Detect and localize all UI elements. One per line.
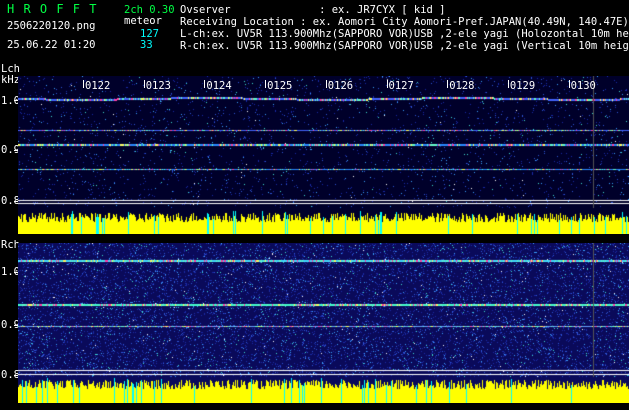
rch-spectrogram-canvas bbox=[18, 243, 629, 403]
time-tick-mark bbox=[447, 80, 449, 88]
time-label-0127: 0127 bbox=[388, 80, 414, 92]
time-label-0125: 0125 bbox=[267, 80, 293, 92]
time-label-0124: 0124 bbox=[206, 80, 232, 92]
filename-label: 2506220120.png bbox=[7, 20, 96, 32]
rch-meteor-count: 33 bbox=[140, 39, 153, 51]
lch-spectrogram-canvas bbox=[18, 76, 629, 234]
rch-receiver-info: R-ch:ex. UV5R 113.900Mhz(SAPPORO VOR)USB… bbox=[180, 40, 629, 52]
time-label-0122: 0122 bbox=[85, 80, 111, 92]
time-tick-mark bbox=[507, 80, 509, 88]
time-tick-mark bbox=[265, 80, 267, 88]
app-logo: H R O F F T bbox=[7, 2, 98, 16]
meteor-label: meteor bbox=[124, 15, 162, 27]
time-tick-mark bbox=[568, 80, 570, 88]
location-info: Receiving Location : ex. Aomori City Aom… bbox=[180, 16, 629, 28]
time-tick-mark bbox=[325, 80, 327, 88]
time-label-0126: 0126 bbox=[327, 80, 354, 92]
time-label-0123: 0123 bbox=[145, 80, 171, 92]
time-tick-mark bbox=[83, 80, 84, 88]
time-tick-mark bbox=[204, 80, 206, 88]
datetime-label: 25.06.22 01:20 bbox=[7, 39, 96, 51]
rch-spectrogram bbox=[18, 243, 629, 403]
time-label-0128: 0128 bbox=[449, 80, 475, 92]
lch-receiver-info: L-ch:ex. UV5R 113.900Mhz(SAPPORO VOR)USB… bbox=[180, 28, 629, 40]
lch-spectrogram bbox=[18, 76, 629, 234]
observer-info: Ovserver : ex. JR7CYX [ kid ] bbox=[180, 4, 446, 16]
time-label-0130: 0130 bbox=[570, 80, 596, 92]
time-tick-mark bbox=[143, 80, 145, 88]
time-tick-mark bbox=[386, 80, 388, 88]
time-label-0129: 0129 bbox=[509, 80, 536, 92]
